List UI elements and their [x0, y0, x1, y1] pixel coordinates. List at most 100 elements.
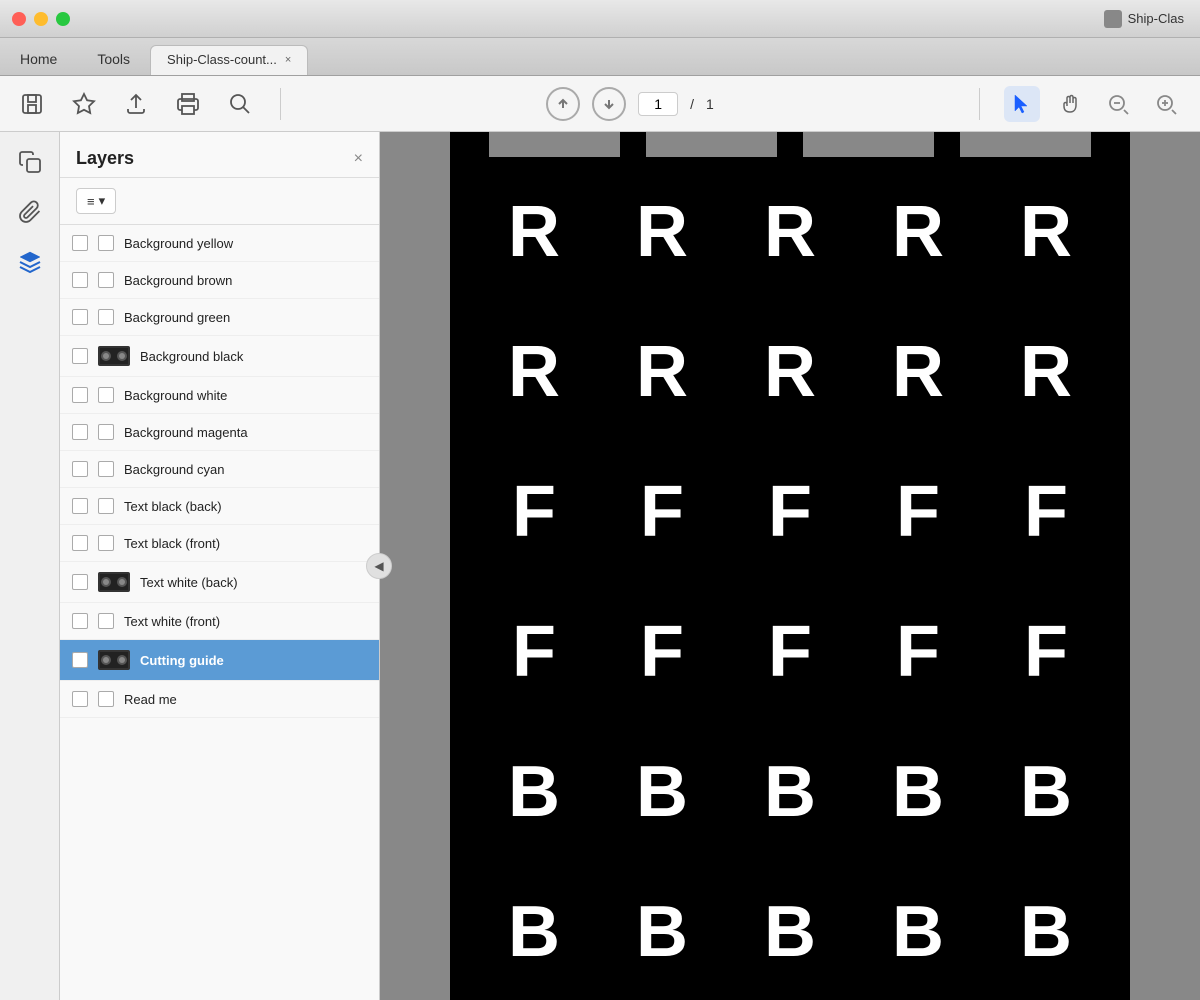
layers-close-button[interactable]: × — [354, 150, 363, 168]
layer-visibility-checkbox[interactable] — [72, 424, 88, 440]
layer-name-label: Background yellow — [124, 236, 233, 251]
grid-cell: F — [854, 442, 982, 582]
layer-item[interactable]: Background brown — [60, 262, 379, 299]
grid-cell: F — [982, 582, 1110, 722]
search-button[interactable] — [224, 88, 256, 120]
layer-visibility-checkbox[interactable] — [72, 652, 88, 668]
layer-item[interactable]: Background magenta — [60, 414, 379, 451]
toolbar: / 1 — [0, 76, 1200, 132]
save-button[interactable] — [16, 88, 48, 120]
layer-visibility-checkbox[interactable] — [72, 235, 88, 251]
hand-icon — [1059, 93, 1081, 115]
layer-thumbnail — [98, 461, 114, 477]
layer-thumbnail — [98, 387, 114, 403]
layer-visibility-checkbox[interactable] — [72, 574, 88, 590]
layer-visibility-checkbox[interactable] — [72, 461, 88, 477]
page-down-button[interactable] — [592, 87, 626, 121]
grid-cell: R — [598, 162, 726, 302]
layer-name-label: Text white (front) — [124, 614, 220, 629]
layer-item[interactable]: Text black (back) — [60, 488, 379, 525]
layer-visibility-checkbox[interactable] — [72, 348, 88, 364]
grid-cell: R — [982, 162, 1110, 302]
page-up-button[interactable] — [546, 87, 580, 121]
grid-cell: B — [598, 722, 726, 862]
grid-cell: R — [598, 302, 726, 442]
upload-icon — [124, 92, 148, 116]
zoom-out-button[interactable] — [1100, 86, 1136, 122]
grid-cell: R — [854, 162, 982, 302]
layers-list[interactable]: Background yellow Background brown Backgro… — [60, 225, 379, 1000]
tab-close-button[interactable]: × — [285, 54, 291, 66]
grid-cell: F — [982, 442, 1110, 582]
layer-item[interactable]: Read me — [60, 681, 379, 718]
layer-visibility-checkbox[interactable] — [72, 272, 88, 288]
sidebar-icon-layers[interactable] — [12, 244, 48, 280]
zoom-in-icon — [1155, 93, 1177, 115]
layer-item[interactable]: Background black — [60, 336, 379, 377]
layer-name-label: Background brown — [124, 273, 232, 288]
layer-thumbnail — [98, 613, 114, 629]
layer-name-label: Background white — [124, 388, 227, 403]
layer-thumbnail — [98, 650, 130, 670]
maximize-button[interactable] — [56, 12, 70, 26]
page-number-input[interactable] — [638, 92, 678, 116]
layer-thumbnail — [98, 272, 114, 288]
cursor-icon — [1011, 93, 1033, 115]
layers-panel-toolbar: ≡ ▾ — [60, 178, 379, 225]
layers-view-button[interactable]: ≡ ▾ — [76, 188, 116, 214]
active-tab-label: Ship-Class-count... — [167, 52, 277, 67]
tab-tools[interactable]: Tools — [77, 43, 150, 75]
bookmark-button[interactable] — [68, 88, 100, 120]
tab-active-doc[interactable]: Ship-Class-count... × — [150, 45, 308, 75]
print-icon — [176, 92, 200, 116]
layer-thumbnail — [98, 691, 114, 707]
app-icon — [1104, 10, 1122, 28]
sidebar-icon-copy[interactable] — [12, 144, 48, 180]
save-icon — [20, 92, 44, 116]
grid-cell: B — [470, 862, 598, 1000]
layer-visibility-checkbox[interactable] — [72, 309, 88, 325]
layer-item[interactable]: Background green — [60, 299, 379, 336]
pdf-area[interactable]: RRRRRRRRRRFFFFFFFFFFBBBBBBBBBB — [380, 132, 1200, 1000]
grid-cell: B — [726, 862, 854, 1000]
layer-visibility-checkbox[interactable] — [72, 691, 88, 707]
layer-item[interactable]: Text white (back) — [60, 562, 379, 603]
layer-visibility-checkbox[interactable] — [72, 613, 88, 629]
tab-home[interactable]: Home — [0, 43, 77, 75]
upload-button[interactable] — [120, 88, 152, 120]
layer-visibility-checkbox[interactable] — [72, 387, 88, 403]
layer-item[interactable]: Background white — [60, 377, 379, 414]
layer-name-label: Background black — [140, 349, 243, 364]
zoom-in-button[interactable] — [1148, 86, 1184, 122]
grid-cell: B — [726, 722, 854, 862]
star-icon — [72, 92, 96, 116]
page-separator: / — [690, 96, 694, 112]
cursor-tool-button[interactable] — [1004, 86, 1040, 122]
layer-visibility-checkbox[interactable] — [72, 498, 88, 514]
layers-icon — [17, 249, 43, 275]
grid-cell: R — [854, 302, 982, 442]
layer-item[interactable]: Background cyan — [60, 451, 379, 488]
layer-visibility-checkbox[interactable] — [72, 535, 88, 551]
layer-thumbnail — [98, 235, 114, 251]
layer-item[interactable]: Text black (front) — [60, 525, 379, 562]
toolbar-center: / 1 — [305, 87, 955, 121]
left-sidebar — [0, 132, 60, 1000]
minimize-button[interactable] — [34, 12, 48, 26]
grid-cell: B — [982, 862, 1110, 1000]
collapse-panel-button[interactable]: ◀ — [366, 553, 392, 579]
layer-item[interactable]: Cutting guide — [60, 640, 379, 681]
close-button[interactable] — [12, 12, 26, 26]
grid-cell: B — [854, 862, 982, 1000]
grid-cell: R — [982, 302, 1110, 442]
layer-item[interactable]: Text white (front) — [60, 603, 379, 640]
print-button[interactable] — [172, 88, 204, 120]
layer-item[interactable]: Background yellow — [60, 225, 379, 262]
arrow-down-icon — [601, 96, 617, 112]
layer-thumbnail — [98, 309, 114, 325]
toolbar-right — [1004, 86, 1184, 122]
grid-cell: F — [854, 582, 982, 722]
notch-4 — [960, 132, 1091, 157]
hand-tool-button[interactable] — [1052, 86, 1088, 122]
sidebar-icon-attachments[interactable] — [12, 194, 48, 230]
